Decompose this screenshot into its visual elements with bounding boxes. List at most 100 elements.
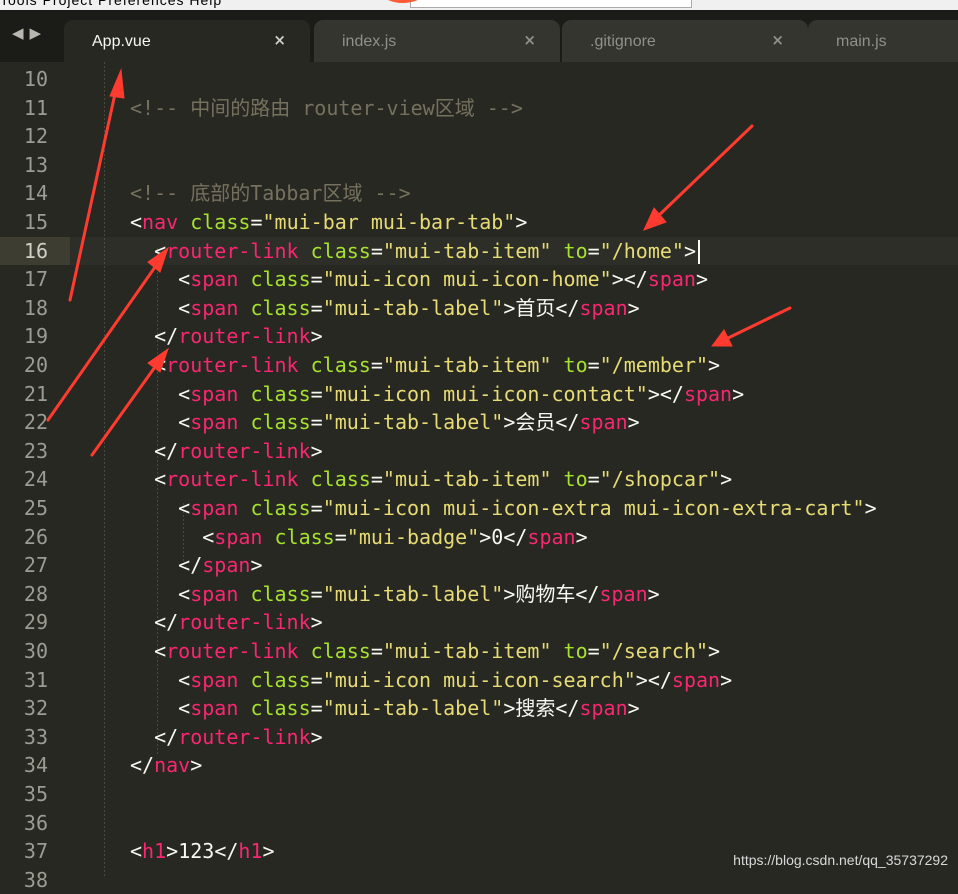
token-tag: span [190,381,239,406]
token-str: "mui-icon mui-icon-home" [322,267,612,292]
code-text: <span class="mui-tab-label">搜索</span> [130,694,640,722]
code-line[interactable]: 14 <!-- 底部的Tabbar区域 --> [0,179,958,208]
code-line[interactable]: 22 <span class="mui-tab-label">会员</span> [0,408,958,437]
code-text: <router-link class="mui-tab-item" to="/s… [130,637,720,665]
token-punc: ></ [647,381,684,406]
line-number: 32 [23,696,48,721]
code-line[interactable]: 19 </router-link> [0,322,958,351]
code-line[interactable]: 16 <router-link class="mui-tab-item" to=… [0,236,958,266]
code-editor[interactable]: 10 11 <!-- 中间的路由 router-view区域 --> 12 13 14 <!… [0,62,958,892]
back-arrow-icon[interactable]: ◀ [12,24,30,42]
token-punc: = [310,581,323,606]
close-icon[interactable]: × [273,31,286,49]
token-punc: = [587,353,600,377]
line-number: 30 [23,639,48,663]
close-icon[interactable]: × [523,31,536,49]
code-line[interactable]: 18 <span class="mui-tab-label">首页</span> [0,294,958,323]
token-punc: < [154,353,167,377]
code-line[interactable]: 30 <router-link class="mui-tab-item" to=… [0,637,958,666]
token-str: "/search" [599,639,709,663]
token-tag: router-link [166,467,299,492]
code-line[interactable]: 25 <span class="mui-icon mui-icon-extra … [0,494,958,523]
tab-main-js[interactable]: main.js [808,20,958,62]
code-line[interactable]: 26 <span class="mui-badge">0</span> [0,523,958,552]
code-line[interactable]: 32 <span class="mui-tab-label">搜索</span> [0,694,958,723]
close-icon[interactable]: × [771,31,784,49]
menu-items[interactable]: Tools Project Preferences Help [0,0,222,8]
code-line[interactable]: 38 [0,866,958,894]
token-tag: span [214,524,263,549]
token-punc: </ [555,410,580,435]
line-number: 16 [0,236,70,265]
code-line[interactable]: 27 </span> [0,551,958,580]
code-line[interactable]: 33 </router-link> [0,723,958,752]
token-punc: </ [575,581,600,606]
token-tag: router-link [166,238,299,263]
token-str: "mui-badge" [346,524,480,549]
code-text: </span> [130,551,262,579]
code-line[interactable]: 31 <span class="mui-icon mui-icon-search… [0,666,958,695]
menu-bar: Tools Project Preferences Help [0,0,958,10]
token-str: "mui-tab-item" [382,639,552,663]
code-line[interactable]: 28 <span class="mui-tab-label">购物车</span… [0,580,958,609]
code-line[interactable]: 34 </nav> [0,751,958,780]
token-str: "mui-icon mui-icon-extra mui-icon-extra-… [322,496,865,520]
tab-label: index.js [342,33,397,50]
token-tag: span [190,581,239,606]
code-line[interactable]: 35 [0,780,958,809]
token-punc: < [178,295,191,320]
code-line[interactable]: 24 <router-link class="mui-tab-item" to=… [0,465,958,494]
token-attr: class [250,667,311,692]
token-punc: > [310,324,323,349]
code-text: <router-link class="mui-tab-item" to="/m… [130,351,720,379]
token-punc: > [503,410,516,435]
tab-app-vue[interactable]: App.vue × [64,20,310,62]
tab-index-js[interactable]: index.js × [314,20,560,62]
token-punc: = [587,639,600,663]
forward-arrow-icon[interactable]: ▶ [30,24,48,42]
code-line[interactable]: 17 <span class="mui-icon mui-icon-home">… [0,265,958,294]
tab-gitignore[interactable]: .gitignore × [562,20,808,62]
token-punc: </ [555,696,580,721]
token-tag: router-link [178,724,311,749]
text-cursor [698,240,701,265]
token-punc: ></ [611,267,648,292]
code-line[interactable]: 36 [0,809,958,838]
code-line[interactable]: 20 <router-link class="mui-tab-item" to=… [0,351,958,380]
token-str: "/home" [599,238,684,263]
code-line[interactable]: 21 <span class="mui-icon mui-icon-contac… [0,380,958,409]
token-punc: > [708,353,721,377]
token-tag: router-link [166,639,299,663]
token-punc: < [178,581,191,606]
code-line[interactable]: 15 <nav class="mui-bar mui-bar-tab"> [0,208,958,237]
token-punc: > [627,295,640,320]
token-punc: > [720,667,733,692]
code-line[interactable]: 10 [0,65,958,94]
code-line[interactable]: 11 <!-- 中间的路由 router-view区域 --> [0,94,958,123]
line-number: 24 [23,467,48,492]
token-tag: span [190,496,239,520]
line-number: 31 [23,667,48,692]
token-punc: < [202,524,215,549]
line-number: 13 [23,152,48,177]
code-line[interactable]: 29 </router-link> [0,608,958,637]
token-tag: span [190,410,239,435]
code-line[interactable]: 13 [0,151,958,180]
code-line[interactable]: 12 [0,122,958,151]
code-line[interactable]: 23 </router-link> [0,437,958,466]
watermark: https://blog.csdn.net/qq_35737292 [733,852,948,868]
menu-search-box[interactable] [410,0,692,8]
token-tag: nav [154,753,191,778]
